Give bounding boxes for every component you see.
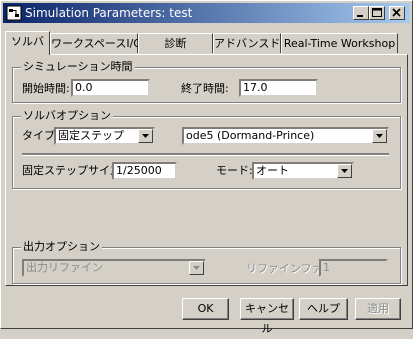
solver-options-group-label: ソルバオプション xyxy=(21,109,113,122)
tab-advanced[interactable]: アドバンスド xyxy=(213,33,281,53)
tab-solver[interactable]: ソルバ xyxy=(5,31,50,55)
mode-dropdown-button[interactable] xyxy=(337,164,352,178)
cancel-button[interactable]: キャンセル xyxy=(240,298,294,335)
output-refine-select[interactable]: 出力リファイン xyxy=(22,259,206,277)
chevron-down-icon xyxy=(193,266,200,270)
tab-diagnostics[interactable]: 診断 xyxy=(138,33,213,53)
minimize-button[interactable] xyxy=(353,6,369,20)
tab-workspace-io[interactable]: ワークスペースI/O xyxy=(50,33,142,53)
solver-type-dropdown-button[interactable] xyxy=(138,129,153,143)
maximize-icon xyxy=(372,8,382,17)
tab-solver-label: ソルバ xyxy=(11,35,44,48)
solver-options-separator xyxy=(22,153,389,156)
solver-method-dropdown-button[interactable] xyxy=(372,129,387,143)
start-time-label: 開始時間: xyxy=(22,82,70,95)
mode-label: モード: xyxy=(216,164,253,177)
stop-time-label: 終了時間: xyxy=(181,82,229,95)
close-icon xyxy=(392,8,401,17)
title-bar[interactable]: Simulation Parameters: test xyxy=(3,3,410,23)
minimize-icon xyxy=(357,15,363,17)
chevron-down-icon xyxy=(341,169,348,173)
start-time-input[interactable]: 0.0 xyxy=(71,79,150,97)
output-options-group-label: 出力オプション xyxy=(21,240,102,253)
mode-select[interactable]: オート xyxy=(252,162,354,180)
chevron-down-icon xyxy=(376,134,383,138)
simulation-time-group-label: シミュレーション時間 xyxy=(21,60,135,73)
output-refine-dropdown-button[interactable] xyxy=(189,261,204,275)
tab-workspace-io-label: ワークスペースI/O xyxy=(51,37,142,50)
solver-method-value: ode5 (Dormand-Prince) xyxy=(186,129,315,142)
solver-type-value: 固定ステップ xyxy=(58,129,124,142)
fixed-step-size-input[interactable]: 1/25000 xyxy=(112,162,177,180)
simulink-app-icon xyxy=(6,5,22,21)
chevron-down-icon xyxy=(142,134,149,138)
fixed-step-size-label: 固定ステップサイズ: xyxy=(22,164,125,177)
solver-type-select[interactable]: 固定ステップ xyxy=(54,127,155,145)
tab-advanced-label: アドバンスド xyxy=(214,37,281,50)
mode-value: オート xyxy=(256,164,289,177)
refine-factor-input[interactable]: 1 xyxy=(319,259,388,277)
tab-diagnostics-label: 診断 xyxy=(164,37,187,50)
simulation-parameters-window: Simulation Parameters: test ソルバ ワークスペースI… xyxy=(0,0,413,335)
solver-method-select[interactable]: ode5 (Dormand-Prince) xyxy=(182,127,389,145)
close-button[interactable] xyxy=(389,6,405,20)
stop-time-input[interactable]: 17.0 xyxy=(239,79,318,97)
tab-real-time-workshop[interactable]: Real-Time Workshop xyxy=(281,33,398,53)
ok-button[interactable]: OK xyxy=(182,298,229,320)
output-refine-value: 出力リファイン xyxy=(26,261,103,274)
window-title: Simulation Parameters: test xyxy=(25,6,193,20)
apply-button[interactable]: 適用 xyxy=(355,298,401,320)
tab-real-time-workshop-label: Real-Time Workshop xyxy=(283,37,396,50)
help-button[interactable]: ヘルプ xyxy=(299,298,348,320)
maximize-button[interactable] xyxy=(369,6,385,20)
